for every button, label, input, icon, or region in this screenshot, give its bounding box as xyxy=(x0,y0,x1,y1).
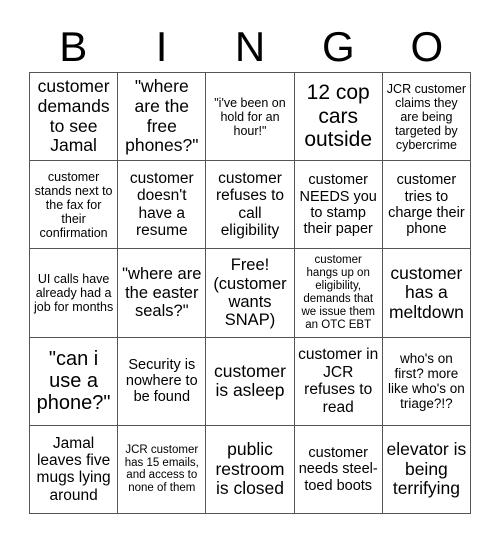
bingo-cell-text: "i've been on hold for an hour!" xyxy=(214,95,286,138)
bingo-cell-r1-c5[interactable]: JCR customer claims they are being targe… xyxy=(382,73,471,162)
bingo-cell-text: elevator is being terrifying xyxy=(386,439,467,499)
bingo-cell-r4-c3[interactable]: customer is asleep xyxy=(206,337,295,426)
bingo-card-grid: customer demands to see Jamal "where are… xyxy=(29,72,471,514)
bingo-cell-r3-c4[interactable]: customer hangs up on eligibility, demand… xyxy=(294,249,383,338)
bingo-cell-r2-c2[interactable]: customer doesn't have a resume xyxy=(118,161,207,250)
bingo-cell-r4-c1[interactable]: "can i use a phone?" xyxy=(30,337,119,426)
bingo-cell-text: Free! (customer wants SNAP) xyxy=(213,256,287,330)
bingo-cell-text: customer is asleep xyxy=(214,360,286,401)
bingo-cell-r5-c4[interactable]: customer needs steel-toed boots xyxy=(294,425,383,514)
bingo-cell-text: customer stands next to the fax for thei… xyxy=(34,169,113,240)
bingo-cell-r1-c4[interactable]: 12 cop cars outside xyxy=(294,73,383,162)
bingo-cell-r5-c1[interactable]: Jamal leaves five mugs lying around xyxy=(30,425,119,514)
bingo-cell-r3-c1[interactable]: UI calls have already had a job for mont… xyxy=(30,249,119,338)
header-letter-o: O xyxy=(410,23,444,70)
bingo-cell-r2-c3[interactable]: customer refuses to call eligibility xyxy=(206,161,295,250)
bingo-cell-text: customer needs steel-toed boots xyxy=(298,445,378,494)
bingo-cell-r4-c4[interactable]: customer in JCR refuses to read xyxy=(294,337,383,426)
bingo-cell-text: 12 cop cars outside xyxy=(304,81,373,152)
bingo-cell-text: Security is nowhere to be found xyxy=(125,356,198,406)
bingo-cell-text: "where are the free phones?" xyxy=(125,76,199,156)
bingo-cell-text: "where are the easter seals?" xyxy=(122,265,202,321)
header-letter-i: I xyxy=(155,23,168,70)
bingo-cell-text: Jamal leaves five mugs lying around xyxy=(36,434,111,504)
bingo-cell-r1-c2[interactable]: "where are the free phones?" xyxy=(118,73,207,162)
bingo-cell-text: customer NEEDS you to stamp their paper xyxy=(299,172,377,238)
bingo-cell-text: customer in JCR refuses to read xyxy=(298,346,379,416)
bingo-header: B I N G O xyxy=(29,22,471,72)
bingo-cell-text: JCR customer claims they are being targe… xyxy=(386,81,466,152)
header-letter-b: B xyxy=(59,23,88,70)
bingo-cell-r3-c5[interactable]: customer has a meltdown xyxy=(382,249,471,338)
bingo-cell-r4-c5[interactable]: who's on first? more like who's on triag… xyxy=(382,337,471,426)
bingo-cell-r3-c2[interactable]: "where are the easter seals?" xyxy=(118,249,207,338)
bingo-cell-r3-c3[interactable]: Free! (customer wants SNAP) xyxy=(206,249,295,338)
bingo-cell-r5-c3[interactable]: public restroom is closed xyxy=(206,425,295,514)
bingo-cell-r2-c4[interactable]: customer NEEDS you to stamp their paper xyxy=(294,161,383,250)
bingo-cell-text: customer demands to see Jamal xyxy=(37,76,110,156)
bingo-cell-r1-c3[interactable]: "i've been on hold for an hour!" xyxy=(206,73,295,162)
bingo-cell-text: customer refuses to call eligibility xyxy=(215,170,285,240)
bingo-cell-r1-c1[interactable]: customer demands to see Jamal xyxy=(30,73,119,162)
bingo-cell-text: customer doesn't have a resume xyxy=(129,170,194,240)
bingo-cell-text: customer tries to charge their phone xyxy=(388,172,465,238)
bingo-cell-r5-c2[interactable]: JCR customer has 15 emails, and access t… xyxy=(118,425,207,514)
bingo-cell-text: JCR customer has 15 emails, and access t… xyxy=(124,443,199,495)
bingo-cell-r4-c2[interactable]: Security is nowhere to be found xyxy=(118,337,207,426)
bingo-cell-r2-c1[interactable]: customer stands next to the fax for thei… xyxy=(30,161,119,250)
bingo-cell-text: public restroom is closed xyxy=(215,439,285,499)
bingo-cell-r5-c5[interactable]: elevator is being terrifying xyxy=(382,425,471,514)
bingo-cell-text: UI calls have already had a job for mont… xyxy=(33,271,114,314)
bingo-cell-text: customer has a meltdown xyxy=(388,262,464,322)
header-letter-g: G xyxy=(322,23,355,70)
bingo-cell-r2-c5[interactable]: customer tries to charge their phone xyxy=(382,161,471,250)
bingo-cell-text: customer hangs up on eligibility, demand… xyxy=(301,254,375,331)
bingo-cell-text: "can i use a phone?" xyxy=(36,347,111,415)
header-letter-n: N xyxy=(234,23,266,70)
bingo-cell-text: who's on first? more like who's on triag… xyxy=(387,350,465,412)
